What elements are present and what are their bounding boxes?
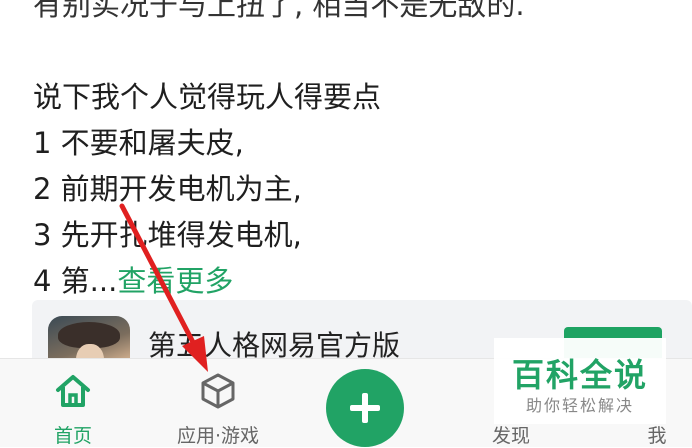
post-line-2: 2 前期开发电机为主, <box>33 172 302 206</box>
plus-icon-vertical <box>362 393 368 423</box>
tab-apps-games-label: 应用·游戏 <box>176 425 260 447</box>
watermark: 百科全说 助你轻松解决 <box>494 338 666 424</box>
tab-apps-games[interactable]: 应用·游戏 <box>163 359 273 447</box>
tab-home-label: 首页 <box>53 425 92 447</box>
truncated-text: 4 第... <box>33 264 118 298</box>
tab-me-label: 我 <box>647 425 667 447</box>
post-content: 有别实况于与上扭了, 相当不是无敌的. 说下我个人觉得玩人得要点 1 不要和屠夫… <box>33 0 673 304</box>
post-line-4: 4 第...查看更多 <box>33 258 673 304</box>
post-line-3: 3 先开扎堆得发电机, <box>33 218 302 252</box>
tab-discover-label: 发现 <box>491 425 530 447</box>
cube-icon <box>198 371 238 415</box>
home-icon <box>53 371 93 415</box>
publish-button[interactable] <box>326 369 404 447</box>
post-line-1: 1 不要和屠夫皮, <box>33 126 244 160</box>
tab-home[interactable]: 首页 <box>18 359 128 447</box>
watermark-subtitle: 助你轻松解决 <box>525 396 634 415</box>
post-cut-line: 有别实况于与上扭了, 相当不是无敌的. <box>33 0 525 22</box>
view-more-link[interactable]: 查看更多 <box>117 264 233 298</box>
post-heading: 说下我个人觉得玩人得要点 <box>33 80 382 114</box>
watermark-title: 百科全说 <box>511 356 648 394</box>
